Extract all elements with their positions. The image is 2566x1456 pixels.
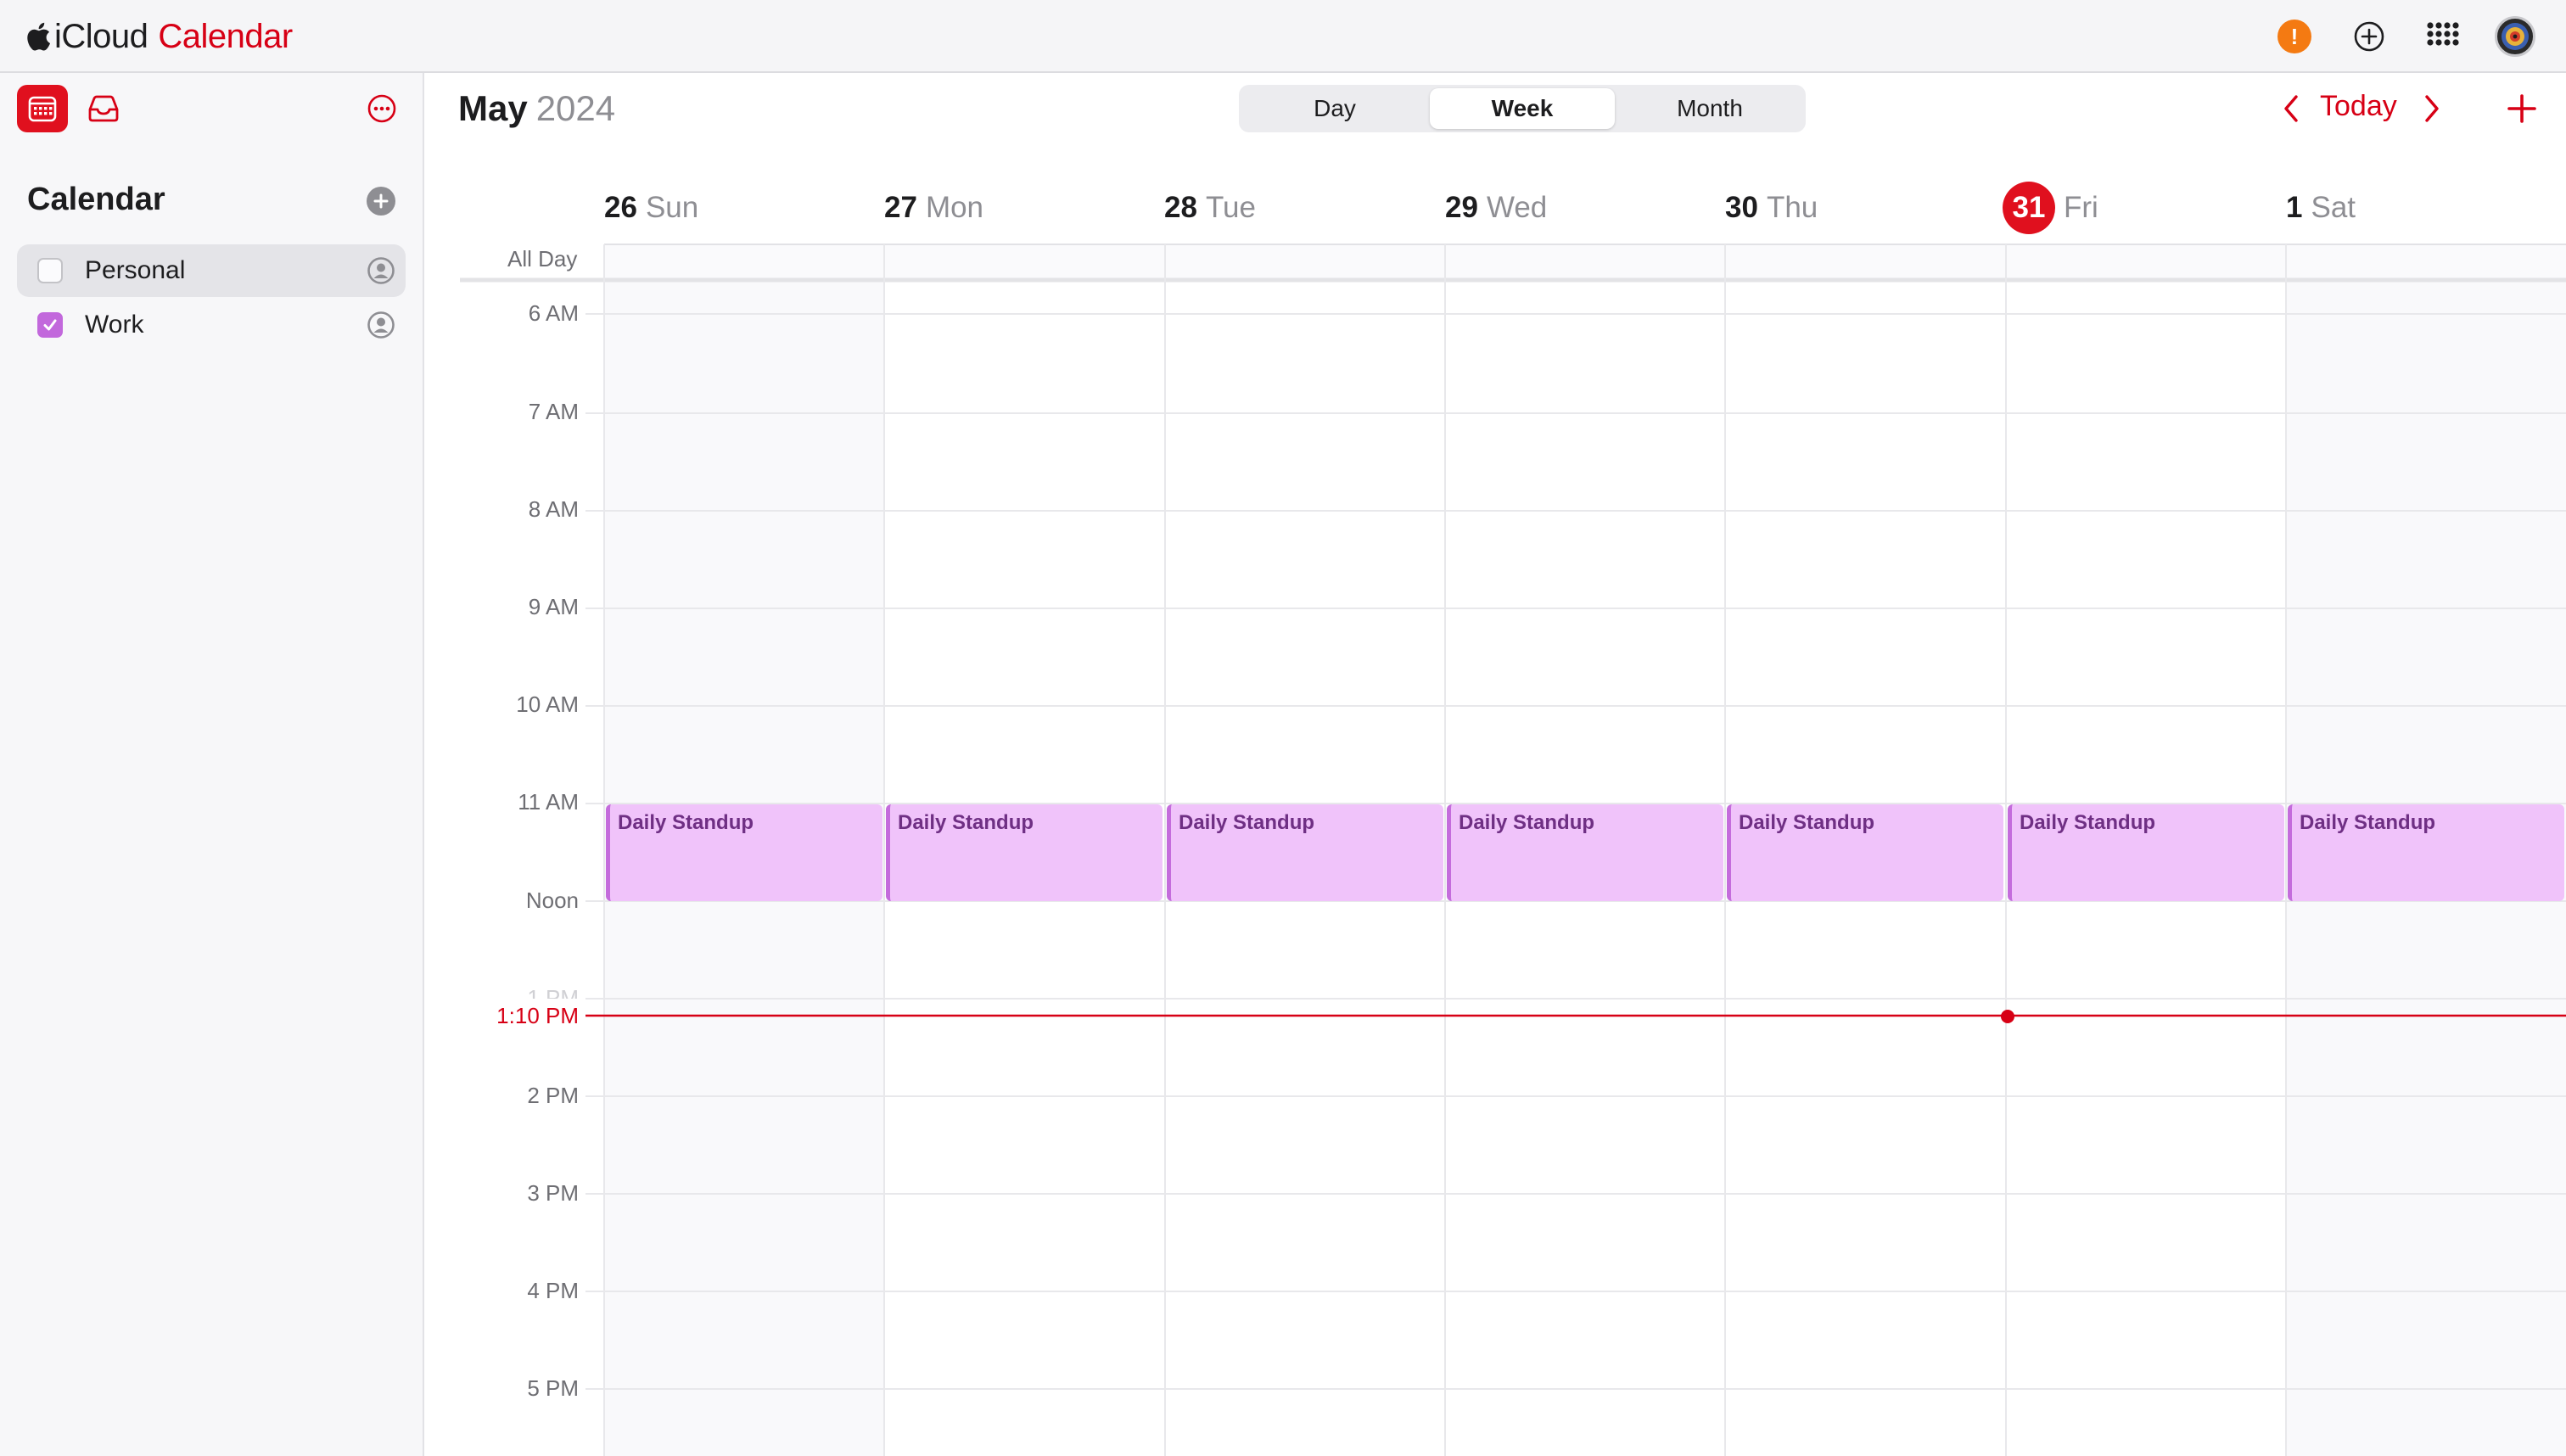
top-bar: iCloud Calendar ! [0,0,2566,73]
tab-week[interactable]: Week [1430,88,1615,129]
inbox-tray-icon [88,95,119,122]
day-of-week: Fri [2064,191,2098,224]
plus-icon [373,193,389,209]
view-switcher: Day Week Month [1239,85,1806,132]
add-circle-icon[interactable] [2351,19,2387,54]
day-header-thu[interactable]: 30 Thu [1725,187,1818,229]
work-checkbox[interactable] [37,312,63,338]
sidebar: Calendar Personal Work [0,73,424,1456]
calendar-label: Personal [85,256,186,284]
month-label: May [458,88,528,128]
event-daily-standup-sat[interactable]: Daily Standup [2288,804,2564,901]
inbox-button[interactable] [85,92,122,126]
event-daily-standup-thu[interactable]: Daily Standup [1727,804,2003,901]
day-of-week: Wed [1486,191,1548,224]
personal-checkbox[interactable] [37,258,63,283]
day-number: 28 [1164,191,1197,224]
current-time-dot [2001,1010,2014,1023]
day-number: 30 [1725,191,1758,224]
hour-label: 2 PM [527,1083,579,1108]
hour-label: 5 PM [527,1375,579,1401]
day-header-mon[interactable]: 27 Mon [884,187,983,229]
day-of-week: Tue [1205,191,1256,224]
event-daily-standup-sun[interactable]: Daily Standup [606,804,882,901]
current-time-label: 1:10 PM [496,1003,579,1028]
chevron-left-icon [2284,95,2298,122]
more-ellipsis-icon [367,94,396,123]
hour-label: 9 AM [528,594,579,619]
checkmark-icon [43,319,57,331]
event-daily-standup-tue[interactable]: Daily Standup [1167,804,1443,901]
all-day-row [604,244,2566,278]
plus-icon [2507,94,2536,123]
calendar-item-personal[interactable]: Personal [17,244,406,297]
hour-label-obscured: 1 PM [527,985,579,999]
calendar-view-button[interactable] [17,85,68,132]
event-daily-standup-mon[interactable]: Daily Standup [886,804,1163,901]
alert-badge: ! [2277,20,2311,53]
shared-person-icon[interactable] [367,256,395,285]
event-daily-standup-fri[interactable]: Daily Standup [2008,804,2284,901]
hour-label: 11 AM [518,789,579,815]
tab-month[interactable]: Month [1617,88,1802,129]
avatar-image [2502,23,2529,50]
sidebar-title: Calendar [27,182,165,217]
all-day-label: All Day [507,246,578,272]
day-header-fri[interactable]: 31 Fri [2003,182,2098,234]
add-circle-glyph [2354,21,2384,52]
hour-label: 7 AM [528,399,579,424]
tab-day[interactable]: Day [1242,88,1427,129]
hour-label: 3 PM [527,1180,579,1206]
event-daily-standup-wed[interactable]: Daily Standup [1447,804,1723,901]
brand-calendar: Calendar [158,17,293,55]
hour-label: 4 PM [527,1278,579,1303]
app-grid-icon[interactable] [2425,19,2461,54]
calendar-item-work[interactable]: Work [17,299,406,351]
avatar [2495,16,2535,57]
year-label: 2024 [535,88,616,128]
shared-person-icon[interactable] [367,311,395,339]
app-grid-glyph [2427,22,2459,46]
account-avatar[interactable] [2495,16,2535,57]
day-of-week: Sat [2311,191,2356,224]
hour-label: 8 AM [528,496,579,522]
more-options-button[interactable] [365,92,399,126]
hour-label: 10 AM [516,692,579,717]
new-event-button[interactable] [2502,88,2542,129]
calendar-icon [28,96,57,122]
chevron-right-icon [2425,95,2439,122]
today-button[interactable]: Today [2320,90,2397,123]
day-header-wed[interactable]: 29 Wed [1445,187,1547,229]
hour-label: Noon [525,888,579,913]
day-number: 27 [884,191,917,224]
day-header-sun[interactable]: 26 Sun [604,187,698,229]
calendar-label: Work [85,311,144,339]
apple-logo-icon [27,22,51,51]
next-week-button[interactable] [2415,90,2449,127]
brand-icloud: iCloud [54,17,148,55]
day-header-sat[interactable]: 1 Sat [2286,187,2356,229]
today-day-number: 31 [2003,182,2055,234]
alert-icon[interactable]: ! [2277,19,2312,54]
day-number: 29 [1445,191,1478,224]
app-brand[interactable]: iCloud Calendar [25,14,293,59]
day-number: 1 [2286,191,2303,224]
day-of-week: Mon [925,191,984,224]
month-year-title: May 2024 [458,88,615,129]
day-header-tue[interactable]: 28 Tue [1164,187,1256,229]
previous-week-button[interactable] [2274,90,2308,127]
add-calendar-button[interactable] [367,187,395,216]
day-of-week: Sun [645,191,699,224]
day-of-week: Thu [1766,191,1818,224]
hour-label: 6 AM [528,300,579,326]
day-number: 26 [604,191,637,224]
